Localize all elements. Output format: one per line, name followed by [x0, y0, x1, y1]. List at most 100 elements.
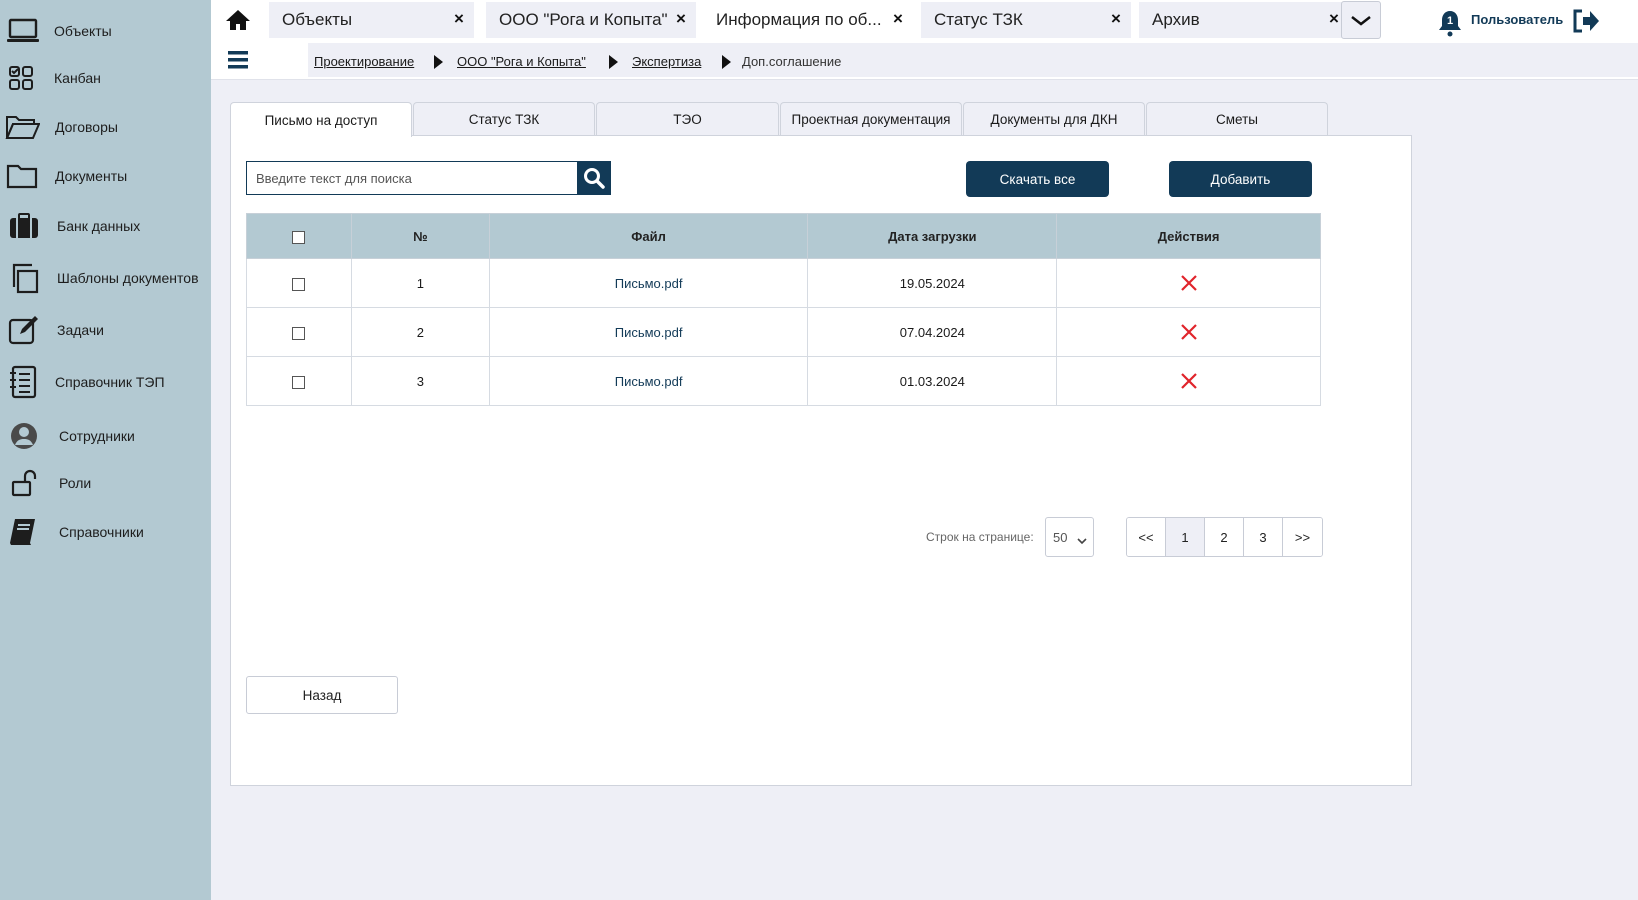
- sidebar-item-employees[interactable]: Сотрудники: [0, 416, 211, 456]
- sidebar-item-label: Банк данных: [57, 218, 141, 234]
- sidebar-item-label: Шаблоны документов: [57, 270, 199, 286]
- tab-label: Объекты: [282, 10, 353, 29]
- delete-icon[interactable]: [1180, 372, 1198, 390]
- table-header-row: № Файл Дата загрузки Действия: [246, 213, 1321, 259]
- kanban-icon: [3, 60, 39, 96]
- sidebar-item-objects[interactable]: Объекты: [0, 11, 211, 51]
- list-book-icon: [5, 364, 41, 400]
- sidebar-item-tep[interactable]: Справочник ТЭП: [0, 362, 211, 402]
- sidebar-item-tasks[interactable]: Задачи: [0, 310, 211, 350]
- row-checkbox[interactable]: [292, 326, 306, 340]
- page-2[interactable]: 2: [1205, 518, 1244, 556]
- file-link[interactable]: Письмо.pdf: [615, 276, 683, 291]
- sidebar-item-databank[interactable]: Банк данных: [0, 206, 211, 246]
- copy-icon: [6, 260, 42, 296]
- tab-access-letter[interactable]: Письмо на доступ: [230, 102, 412, 137]
- user-name[interactable]: Пользователь: [1471, 12, 1563, 27]
- sidebar-item-label: Договоры: [55, 119, 118, 135]
- sidebar-item-label: Задачи: [57, 322, 105, 338]
- laptop-icon: [5, 13, 41, 49]
- column-header-number: №: [350, 213, 490, 259]
- tab-label: Статус ТЗК: [934, 10, 1023, 29]
- add-button[interactable]: Добавить: [1169, 161, 1312, 197]
- page-3[interactable]: 3: [1244, 518, 1283, 556]
- tab-teo[interactable]: ТЭО: [596, 102, 779, 136]
- tab-object-info[interactable]: Информация по об... ×: [703, 2, 913, 38]
- chevron-right-icon: [722, 55, 731, 69]
- chevron-right-icon: [609, 55, 618, 69]
- tab-objects[interactable]: Объекты ×: [269, 2, 474, 38]
- notification-count: 1: [1446, 15, 1454, 27]
- briefcase-icon: [6, 208, 42, 244]
- file-cell: Письмо.pdf: [488, 307, 809, 357]
- close-icon[interactable]: ×: [1107, 10, 1125, 28]
- table-row: 3 Письмо.pdf 01.03.2024: [246, 356, 1321, 406]
- tab-estimates[interactable]: Сметы: [1146, 102, 1328, 136]
- breadcrumb: Проектирование ООО "Рога и Копыта" Экспе…: [308, 43, 1638, 77]
- sidebar-item-label: Канбан: [54, 70, 101, 86]
- rows-per-page-value: 50: [1053, 529, 1068, 545]
- actions-cell: [1056, 307, 1321, 357]
- tab-label: ООО "Рога и Копыта": [499, 10, 668, 29]
- search-input[interactable]: [246, 161, 577, 195]
- home-icon[interactable]: [224, 6, 252, 34]
- page-first[interactable]: <<: [1127, 518, 1166, 556]
- select-all-cell: [246, 213, 352, 259]
- select-all-checkbox[interactable]: [292, 230, 306, 244]
- logout-icon[interactable]: [1571, 8, 1599, 34]
- tab-project-docs[interactable]: Проектная документация: [780, 102, 962, 136]
- close-icon[interactable]: ×: [450, 10, 468, 28]
- row-number: 3: [350, 356, 490, 406]
- folder-icon: [4, 158, 40, 194]
- tab-label: Архив: [1152, 10, 1200, 29]
- tab-tzk-status[interactable]: Статус ТЗК ×: [921, 2, 1131, 38]
- search-icon[interactable]: [577, 161, 611, 195]
- delete-icon[interactable]: [1180, 274, 1198, 292]
- page-last[interactable]: >>: [1283, 518, 1322, 556]
- actions-cell: [1056, 356, 1321, 406]
- edit-icon: [6, 312, 42, 348]
- menu-icon[interactable]: [227, 49, 249, 71]
- sidebar-item-label: Сотрудники: [59, 428, 135, 444]
- file-cell: Письмо.pdf: [488, 258, 809, 308]
- row-select-cell: [246, 307, 352, 357]
- table-row: 2 Письмо.pdf 07.04.2024: [246, 307, 1321, 357]
- tab-dkn-docs[interactable]: Документы для ДКН: [963, 102, 1145, 136]
- sidebar-item-contracts[interactable]: Договоры: [0, 107, 211, 147]
- row-checkbox[interactable]: [292, 375, 306, 389]
- top-bar: Объекты × ООО "Рога и Копыта" × Информац…: [211, 0, 1638, 40]
- chevron-down-icon[interactable]: [1341, 1, 1381, 39]
- close-icon[interactable]: ×: [672, 10, 690, 28]
- breadcrumb-item[interactable]: Экспертиза: [632, 54, 701, 69]
- file-link[interactable]: Письмо.pdf: [615, 325, 683, 340]
- bell-icon[interactable]: 1: [1437, 9, 1463, 37]
- delete-icon[interactable]: [1180, 323, 1198, 341]
- sidebar-item-directories[interactable]: Справочники: [0, 512, 211, 552]
- rows-per-page-select[interactable]: 50: [1045, 517, 1094, 557]
- book-icon: [5, 514, 41, 550]
- tab-archive[interactable]: Архив ×: [1139, 2, 1349, 38]
- sidebar: Объекты Канбан Договоры Документы Банк д…: [0, 0, 211, 900]
- sidebar-item-roles[interactable]: Роли: [0, 463, 211, 503]
- upload-date: 01.03.2024: [807, 356, 1058, 406]
- tab-tzk-status[interactable]: Статус ТЗК: [413, 102, 595, 136]
- chevron-right-icon: [434, 55, 443, 69]
- breadcrumb-item[interactable]: Проектирование: [314, 54, 414, 69]
- table-row: 1 Письмо.pdf 19.05.2024: [246, 258, 1321, 308]
- breadcrumb-bar: Проектирование ООО "Рога и Копыта" Экспе…: [211, 40, 1638, 80]
- file-link[interactable]: Письмо.pdf: [615, 374, 683, 389]
- download-all-button[interactable]: Скачать все: [966, 161, 1109, 197]
- sidebar-item-templates[interactable]: Шаблоны документов: [0, 258, 211, 298]
- file-cell: Письмо.pdf: [488, 356, 809, 406]
- sidebar-item-documents[interactable]: Документы: [0, 156, 211, 196]
- tab-company[interactable]: ООО "Рога и Копыта" ×: [486, 2, 696, 38]
- sidebar-item-label: Документы: [55, 168, 128, 184]
- page-1[interactable]: 1: [1166, 518, 1205, 556]
- close-icon[interactable]: ×: [889, 10, 907, 28]
- breadcrumb-item[interactable]: ООО "Рога и Копыта": [457, 54, 586, 69]
- files-table: № Файл Дата загрузки Действия 1 Письмо.p…: [246, 213, 1321, 406]
- row-checkbox[interactable]: [292, 277, 306, 291]
- sidebar-item-label: Справочник ТЭП: [55, 374, 165, 390]
- back-button[interactable]: Назад: [246, 676, 398, 714]
- sidebar-item-kanban[interactable]: Канбан: [0, 58, 211, 98]
